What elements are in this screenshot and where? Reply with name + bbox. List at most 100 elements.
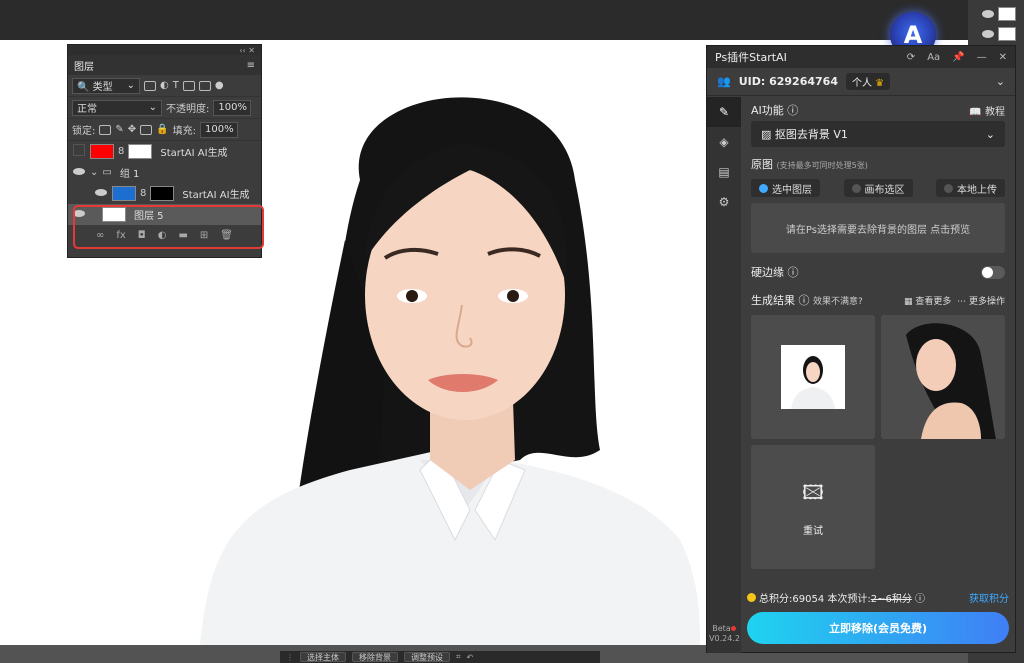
filter-kind-select[interactable]: 🔍 类型 ⌄ (72, 77, 140, 94)
blend-mode-select[interactable]: 正常 ⌄ (72, 99, 162, 116)
total-credits: 总积分:69054 (759, 593, 825, 605)
chevron-down-icon: ⌄ (985, 127, 995, 141)
chevron-down-icon: ⌄ (148, 102, 157, 113)
contextual-taskbar: ⋮ 选择主体 移除背景 调整预设 ⌗ ↶ (280, 651, 600, 663)
mini-layer-row[interactable] (982, 26, 1024, 42)
result-thumbnail[interactable] (881, 315, 1005, 439)
eye-icon[interactable] (95, 188, 107, 196)
move-icon[interactable]: ✥ (128, 124, 136, 135)
tutorial-link[interactable]: 📖 教程 (969, 103, 1005, 118)
link-icon: 8 (140, 188, 147, 199)
mini-layer-row[interactable] (982, 6, 1024, 22)
grid-icon: ▦ (903, 296, 913, 307)
info-icon[interactable]: ⓘ (915, 594, 925, 605)
eye-icon[interactable] (982, 30, 994, 38)
image-filter-icon[interactable] (144, 80, 156, 91)
layer-thumbnail (998, 27, 1016, 41)
remove-background-button[interactable]: 移除背景 (352, 652, 398, 662)
panel-collapse-bar[interactable]: ‹‹ ✕ (68, 45, 261, 55)
lock-label: 锁定: (72, 126, 96, 137)
remove-now-button[interactable]: 立即移除(会员免费) (747, 612, 1009, 644)
filter-toggle-icon[interactable]: ● (215, 80, 224, 91)
chevron-down-icon[interactable]: ⌄ (90, 167, 98, 178)
close-icon[interactable]: ✕ (999, 52, 1007, 63)
eye-icon[interactable] (982, 10, 994, 18)
panel-footer: 总积分:69054 本次预计:2~6积分 ⓘ 获取积分 立即移除(会员免费) (741, 586, 1015, 644)
source-option-local-upload[interactable]: 本地上传 (936, 179, 1005, 197)
book-icon: 📖 (969, 106, 982, 118)
hard-edge-toggle[interactable] (981, 265, 1005, 279)
retry-card[interactable]: 🖾 重试 (751, 445, 875, 569)
option-label: 选中图层 (772, 184, 812, 196)
opacity-value: 100% (218, 102, 247, 113)
blend-mode-value: 正常 (77, 104, 97, 115)
option-label: 画布选区 (864, 184, 905, 196)
drag-handle-icon[interactable]: ⋮ (286, 653, 294, 662)
account-badge[interactable]: 个人 ♛ (845, 73, 891, 90)
font-size-icon[interactable]: Aa (927, 52, 940, 63)
coin-icon (747, 592, 756, 602)
layer-row[interactable]: 8 StartAI AI生成 (68, 141, 261, 162)
layer-name: 组 1 (119, 169, 140, 180)
smart-object-filter-icon[interactable] (198, 80, 211, 91)
artboard-icon[interactable] (140, 124, 153, 135)
result-thumbnail[interactable] (751, 315, 875, 439)
sidebar-item-settings[interactable]: ⚙ (707, 187, 741, 217)
sidebar-item-clipboard[interactable]: ▤ (707, 157, 741, 187)
get-credits-link[interactable]: 获取积分 (969, 590, 1009, 605)
tab-layers[interactable]: 图层 (74, 58, 94, 73)
function-select[interactable]: ▨ 抠图去背景 V1 ⌄ (751, 121, 1005, 147)
brush-icon[interactable]: ✎ (115, 124, 123, 135)
source-label: 原图 (751, 158, 773, 171)
unsatisfied-link[interactable]: 效果不满意? (813, 297, 863, 307)
filter-kind-value: 类型 (92, 82, 113, 93)
chevron-down-icon: ⌄ (126, 80, 135, 91)
preview-area[interactable]: 请在Ps选择需要去除背景的图层 点击预览 (751, 203, 1005, 253)
shape-filter-icon[interactable] (182, 80, 195, 91)
fill-input[interactable]: 100% (199, 121, 238, 138)
results-label: 生成结果 (751, 294, 795, 307)
sidebar-item-layers[interactable]: ◈ (707, 127, 741, 157)
view-more-link[interactable]: ▦ 查看更多 (904, 297, 951, 307)
text-filter-icon[interactable]: T (173, 80, 179, 91)
more-actions-link[interactable]: ⋯ 更多操作 (957, 297, 1005, 307)
clipboard-icon: ▤ (718, 165, 730, 179)
undo-icon[interactable]: ↶ (467, 653, 474, 662)
fill-value: 100% (204, 124, 234, 135)
radio-icon (944, 183, 953, 193)
visibility-off-icon[interactable] (73, 144, 85, 156)
scissors-icon: ▨ (761, 128, 772, 141)
version-info: Beta V0.24.2 (709, 624, 740, 644)
crop-icon[interactable]: ⌗ (456, 652, 461, 662)
menu-icon[interactable]: ≡ (247, 60, 255, 71)
function-value: 抠图去背景 V1 (774, 128, 848, 141)
adjustment-filter-icon[interactable]: ◐ (160, 80, 169, 91)
pin-icon[interactable]: 📌 (952, 52, 964, 63)
ai-function-label: AI功能 (751, 104, 784, 117)
info-icon[interactable]: ⓘ (799, 294, 810, 307)
panel-main: AI功能 ⓘ 📖 教程 ▨ 抠图去背景 V1 ⌄ 原图 (支持最多可同时处理5张… (741, 97, 1015, 653)
lock-transparent-icon[interactable] (99, 124, 112, 135)
layer-thumbnail (90, 144, 114, 159)
pencil-icon: ✎ (718, 105, 730, 119)
info-icon[interactable]: ⓘ (787, 104, 798, 117)
source-option-canvas-selection[interactable]: 画布选区 (843, 179, 913, 197)
retry-label: 重试 (803, 525, 823, 537)
refresh-icon[interactable]: ⟳ (907, 52, 915, 63)
panel-sidebar: ✎ ◈ ▤ ⚙ (707, 97, 741, 653)
selection-highlight (73, 205, 264, 249)
chevron-down-icon[interactable]: ⌄ (996, 75, 1005, 88)
layer-thumbnail (998, 7, 1016, 21)
opacity-input[interactable]: 100% (213, 99, 252, 116)
sidebar-item-edit[interactable]: ✎ (707, 97, 741, 127)
lock-icon[interactable]: 🔒 (156, 124, 168, 135)
layer-row[interactable]: 8 StartAI AI生成 (68, 183, 261, 204)
adjust-presets-button[interactable]: 调整预设 (404, 652, 450, 662)
select-subject-button[interactable]: 选择主体 (300, 652, 346, 662)
minimize-icon[interactable]: — (977, 52, 987, 63)
link-icon: 8 (118, 146, 125, 157)
info-icon[interactable]: ⓘ (788, 266, 799, 279)
source-option-selected-layer[interactable]: 选中图层 (751, 179, 820, 197)
layer-group-row[interactable]: ⌄ ▭ 组 1 (68, 162, 261, 183)
eye-icon[interactable] (73, 167, 85, 175)
